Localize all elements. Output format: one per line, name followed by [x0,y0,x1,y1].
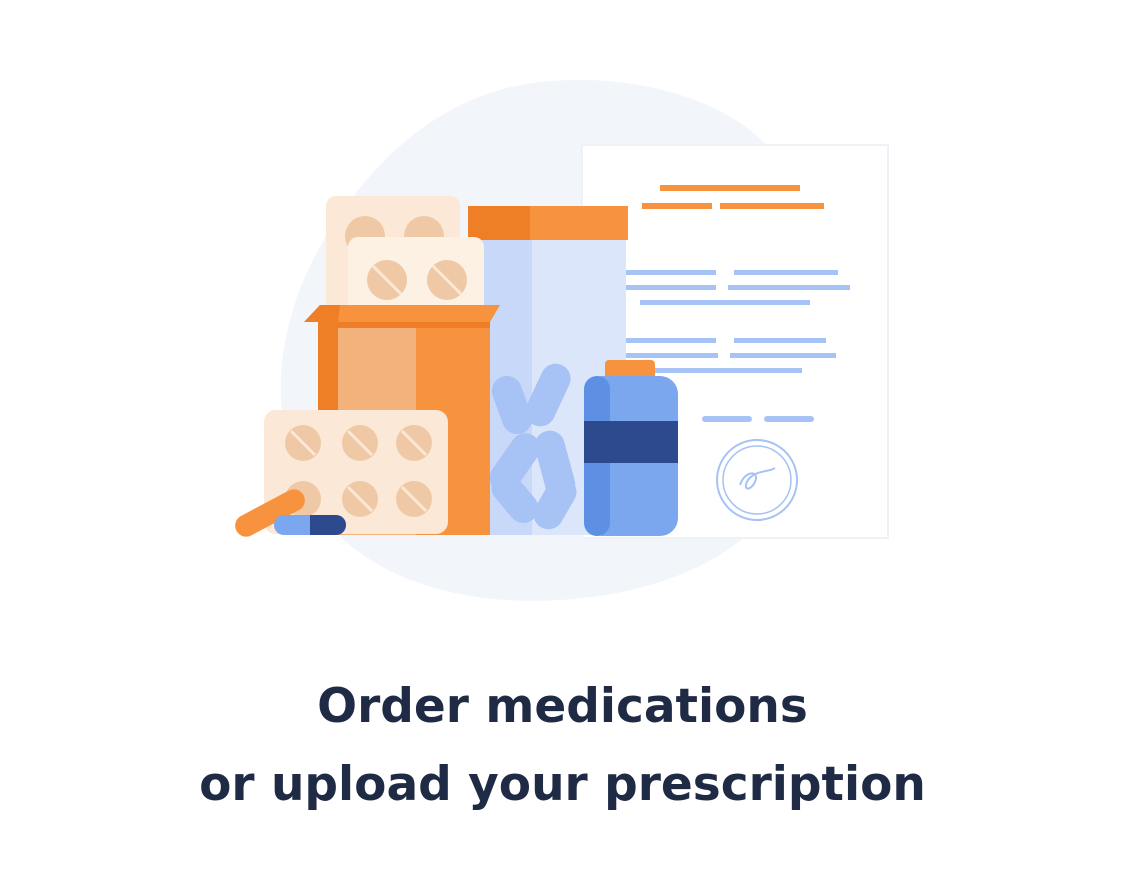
hero-illustration [0,0,1125,640]
medicine-bottle-icon [584,360,678,536]
headline-line-1: Order medications [317,679,808,734]
headline-line-2: or upload your prescription [199,757,926,812]
page-title: Order medications or upload your prescri… [0,668,1125,824]
